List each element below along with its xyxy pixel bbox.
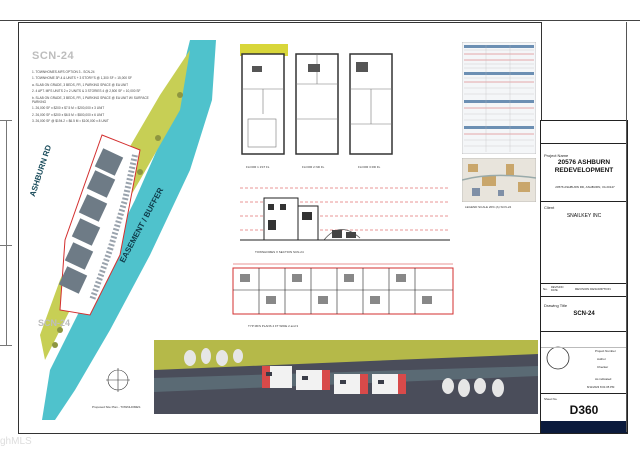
revision-date-header: REVISION DATE xyxy=(551,286,564,292)
client-label: Client xyxy=(544,205,555,210)
floor-plan-label: FLOOR 1 1ST FL xyxy=(246,165,270,169)
site-rendering xyxy=(154,340,538,414)
scale-value: As indicated xyxy=(595,377,612,381)
margin-tick xyxy=(6,120,7,345)
title-block-header xyxy=(541,121,627,144)
project-name-label: Project Name xyxy=(544,153,569,158)
scan-right-rule xyxy=(626,22,627,432)
mls-watermark: ghMLS xyxy=(0,436,32,447)
floor-plan-label: FLOOR 2 ND FL xyxy=(302,165,325,169)
author-label: Author xyxy=(597,357,606,361)
project-number-label: Project Number xyxy=(595,349,616,353)
building-section xyxy=(240,187,450,241)
revision-table: No. REVISION DATE REVISION DESCRIPTION xyxy=(541,284,627,297)
divider xyxy=(541,393,627,394)
drawing-title: SCN-24 xyxy=(573,311,595,317)
floor-plan-label: FLOOR 3 RD FL xyxy=(358,165,381,169)
checker-label: Checker xyxy=(597,365,609,369)
sheet-number-label: Sheet No. xyxy=(544,397,558,401)
drawing-title-label: Drawing Title xyxy=(544,303,568,308)
section-label: TOWNHOMES X SECTION SCN-24 xyxy=(255,250,304,254)
revision-no-header: No. xyxy=(543,287,548,291)
title-block: Project Name 20576 ASHBURN REDEVELOPMENT… xyxy=(540,120,628,434)
unit-plans-label: TYP MFS PLANS 4 FT WIDE 2 and 3 xyxy=(248,324,299,328)
spec-table xyxy=(462,42,536,154)
date-value: 8/11/2023 8:01:05 PM xyxy=(587,385,615,389)
divider xyxy=(541,201,627,202)
divider xyxy=(541,347,627,348)
sheet-number: D360 xyxy=(569,403,599,417)
project-title: 20576 ASHBURN REDEVELOPMENT xyxy=(554,159,614,174)
revision-desc-header: REVISION DESCRIPTION xyxy=(575,287,611,291)
floor-plans xyxy=(240,44,393,155)
client-name: SNAILKEY INC xyxy=(566,213,602,219)
legend-map xyxy=(462,158,536,202)
site-plan-caption: Proposed Site Plan - TOWNHOMES xyxy=(92,405,141,409)
site-plan-label: SCN-24 xyxy=(38,318,71,328)
margin-tick xyxy=(0,345,12,346)
top-rule xyxy=(0,20,640,21)
divider xyxy=(541,331,627,332)
project-address: 20576 ASHBURN RD, ASHBURN, VA 20147 xyxy=(555,185,615,189)
title-block-footer xyxy=(541,421,627,433)
legend-caption: LEGEND SCALE 20% (A) SCN-24 xyxy=(465,205,512,209)
unit-plans-row xyxy=(232,263,454,315)
firm-seal-icon xyxy=(546,346,570,370)
